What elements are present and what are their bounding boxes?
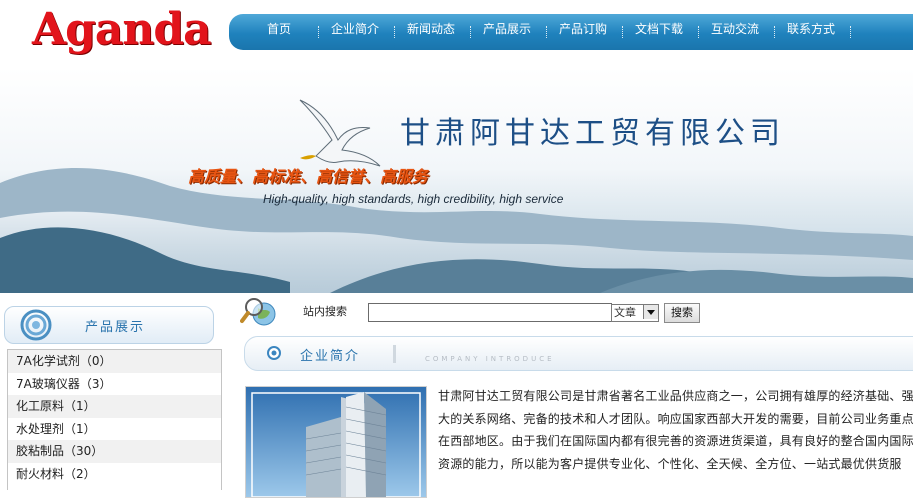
- category-item[interactable]: 水处理剂（1）: [8, 418, 221, 441]
- concentric-circles-icon: [20, 309, 52, 341]
- nav-separator: [850, 26, 852, 38]
- nav-item-downloads[interactable]: 文档下载: [635, 14, 683, 44]
- category-item[interactable]: 化工原料（1）: [8, 395, 221, 418]
- nav-separator: [698, 26, 700, 38]
- main-nav: 首页 企业简介 新闻动态 产品展示 产品订购 文档下载 互动交流 联系方式: [229, 14, 913, 50]
- nav-item-products[interactable]: 产品展示: [483, 14, 531, 44]
- company-building-photo: [245, 386, 427, 498]
- product-category-list: 7A化学试剂（0） 7A玻璃仪器（3） 化工原料（1） 水处理剂（1） 胶粘制品…: [7, 349, 222, 490]
- search-label: 站内搜索: [303, 305, 347, 318]
- slogan-english: High-quality, high standards, high credi…: [263, 192, 564, 206]
- search-scope-select[interactable]: 文章: [611, 304, 659, 322]
- sidebar-title: 产品展示: [85, 320, 146, 335]
- slogan-chinese: 高质量、高标准、高信誉、高服务: [188, 167, 429, 186]
- category-item[interactable]: 耐火材料（2）: [8, 463, 221, 486]
- hero-banner: 甘肃阿甘达工贸有限公司 高质量、高标准、高信誉、高服务 High-quality…: [0, 68, 913, 293]
- building-image: [246, 387, 426, 497]
- nav-separator: [774, 26, 776, 38]
- bullet-dot-icon: [267, 346, 281, 360]
- nav-item-interaction[interactable]: 互动交流: [711, 14, 759, 44]
- nav-separator: [470, 26, 472, 38]
- nav-separator: [394, 26, 396, 38]
- banner-landscape-image: [0, 68, 913, 293]
- chevron-down-icon[interactable]: [643, 305, 658, 319]
- site-logo[interactable]: Aganda: [32, 4, 212, 56]
- nav-item-contact[interactable]: 联系方式: [787, 14, 835, 44]
- category-item[interactable]: 胶粘制品（30）: [8, 440, 221, 463]
- nav-item-order[interactable]: 产品订购: [559, 14, 607, 44]
- magnifier-globe-icon: [240, 298, 276, 326]
- nav-separator: [622, 26, 624, 38]
- sidebar-header: 产品展示: [4, 306, 214, 344]
- section-divider: [393, 345, 396, 363]
- company-intro-text: 甘肃阿甘达工贸有限公司是甘肃省著名工业品供应商之一，公司拥有雄厚的经济基础、强大…: [438, 389, 913, 471]
- nav-separator: [318, 26, 320, 38]
- search-scope-value: 文章: [614, 306, 636, 319]
- category-item[interactable]: 7A化学试剂（0）: [8, 350, 221, 373]
- section-header-about: 企业简介 COMPANY INTRODUCE: [244, 336, 913, 371]
- section-title: 企业简介: [300, 349, 361, 364]
- nav-separator: [546, 26, 548, 38]
- nav-item-news[interactable]: 新闻动态: [407, 14, 455, 44]
- search-button[interactable]: 搜索: [664, 303, 700, 323]
- company-name-title: 甘肃阿甘达工贸有限公司: [400, 116, 785, 151]
- nav-item-home[interactable]: 首页: [267, 14, 291, 44]
- category-item[interactable]: 7A玻璃仪器（3）: [8, 373, 221, 396]
- section-subtitle: COMPANY INTRODUCE: [425, 355, 555, 363]
- search-input[interactable]: [368, 303, 612, 322]
- nav-item-about[interactable]: 企业简介: [331, 14, 379, 44]
